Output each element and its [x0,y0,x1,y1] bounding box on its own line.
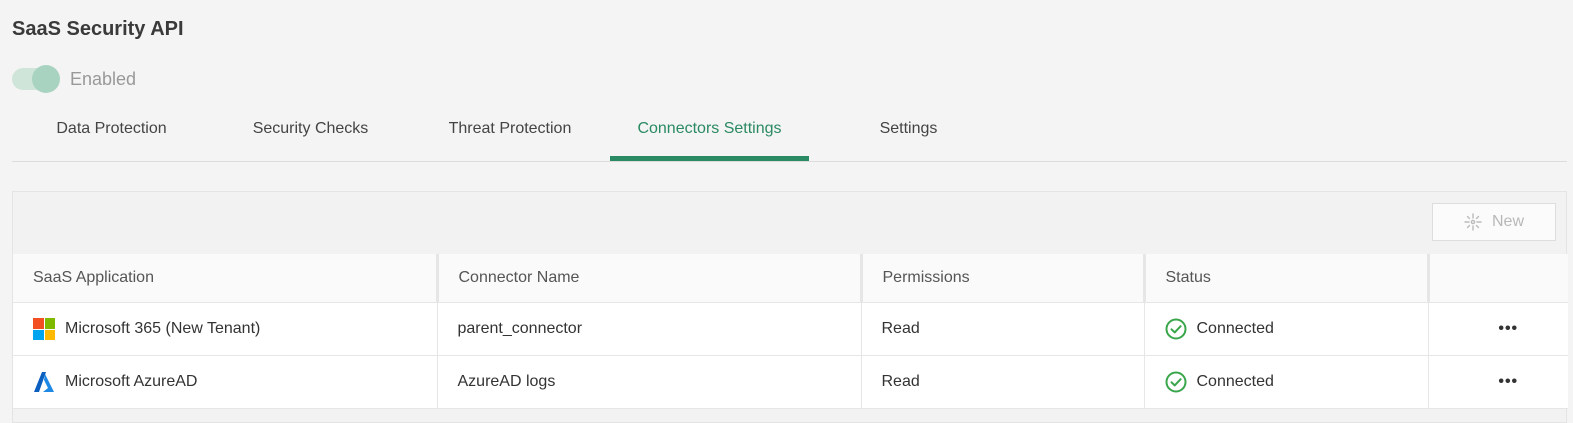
status-text: Connected [1196,373,1274,390]
enabled-toggle[interactable] [12,65,60,93]
toggle-knob[interactable] [32,65,60,93]
header-connector-name[interactable]: Connector Name [437,254,863,303]
status-text: Connected [1196,320,1274,337]
sparkle-icon [1464,213,1482,231]
tab-connectors-settings[interactable]: Connectors Settings [610,100,809,161]
header-actions [1428,254,1568,303]
connectors-table: SaaS Application Connector Name Permissi… [13,254,1568,409]
cell-permissions: Read [861,355,1145,409]
cell-permissions: Read [861,302,1145,356]
table-row[interactable]: Microsoft AzureAD AzureAD logs Read Conn… [13,355,1568,409]
cell-status: Connected [1144,355,1429,409]
table-header-row: SaaS Application Connector Name Permissi… [13,254,1568,303]
cell-status: Connected [1144,302,1429,356]
cell-connector-name: AzureAD logs [437,355,862,409]
cell-app: Microsoft AzureAD [13,355,438,409]
check-circle-icon [1165,371,1186,393]
tab-settings[interactable]: Settings [809,100,1008,159]
page-title: SaaS Security API [12,18,184,40]
row-actions-more-icon[interactable]: ••• [1428,355,1568,409]
microsoft-365-icon [33,318,55,340]
toolbar: New [13,192,1566,254]
toggle-label: Enabled [70,68,137,89]
new-button[interactable]: New [1432,203,1556,241]
app-name: Microsoft 365 (New Tenant) [65,320,261,337]
table-row[interactable]: Microsoft 365 (New Tenant) parent_connec… [13,302,1568,356]
cell-app: Microsoft 365 (New Tenant) [13,302,438,356]
tab-threat-protection[interactable]: Threat Protection [410,100,610,159]
tab-bar: Data Protection Security Checks Threat P… [12,100,1567,162]
check-circle-icon [1165,318,1186,340]
azure-ad-icon [34,372,54,392]
new-button-label: New [1491,213,1524,230]
header-status[interactable]: Status [1144,254,1430,303]
enabled-toggle-group: Enabled [12,65,137,93]
header-saas-application[interactable]: SaaS Application [13,254,439,303]
connectors-panel: New SaaS Application Connector Name Perm… [12,191,1568,423]
row-actions-more-icon[interactable]: ••• [1428,302,1568,356]
app-name: Microsoft AzureAD [65,373,198,390]
cell-connector-name: parent_connector [437,302,862,356]
header-permissions[interactable]: Permissions [861,254,1146,303]
tab-data-protection[interactable]: Data Protection [12,100,211,159]
tab-security-checks[interactable]: Security Checks [211,100,410,159]
